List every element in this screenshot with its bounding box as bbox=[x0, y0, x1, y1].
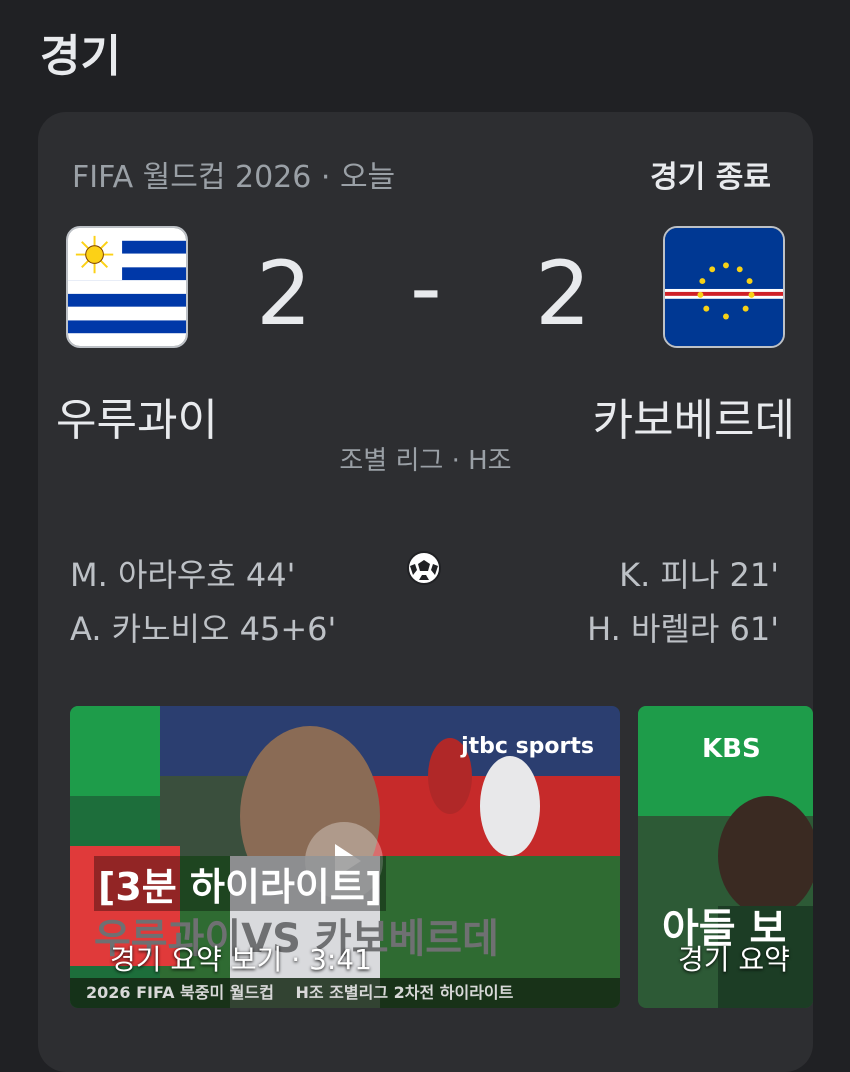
match-card[interactable]: FIFA 월드컵 2026 · 오늘 경기 종료 2 - 2 우루과이 카보베르… bbox=[38, 112, 813, 1072]
section-title: 경기 bbox=[40, 31, 121, 82]
cape-verde-flag-icon[interactable] bbox=[663, 226, 785, 348]
scorer-item: H. 바렐라 61' bbox=[587, 610, 779, 648]
home-scorers: M. 아라우호 44' A. 카노비오 45+6' bbox=[70, 548, 336, 656]
scorer-item: A. 카노비오 45+6' bbox=[70, 610, 337, 648]
summary-video-card[interactable]: KBS 아들 보 경기 요약 bbox=[638, 706, 813, 1008]
video-label: 경기 요약 보기 · 3:41 bbox=[110, 943, 372, 976]
broadcaster-logo: jtbc sports bbox=[461, 734, 594, 759]
scorer-item: M. 아라우호 44' bbox=[70, 556, 296, 594]
thumbnail-footer: 2026 FIFA 북중미 월드컵 H조 조별리그 2차전 하이라이트 bbox=[70, 978, 620, 1008]
home-team-name[interactable]: 우루과이 bbox=[56, 384, 218, 448]
match-status: 경기 종료 bbox=[650, 160, 771, 195]
uruguay-flag-icon[interactable] bbox=[66, 226, 188, 348]
away-team-name[interactable]: 카보베르데 bbox=[593, 384, 795, 448]
home-score: 2 bbox=[256, 242, 312, 345]
thumbnail-headline: [3분 하이라이트] bbox=[94, 856, 387, 911]
highlight-video-card[interactable]: jtbc sports [3분 하이라이트] 우루과이VS 카보베르데 경기 요… bbox=[70, 706, 620, 1008]
score-separator: - bbox=[410, 236, 442, 339]
scorer-item: K. 피나 21' bbox=[619, 556, 779, 594]
away-score: 2 bbox=[535, 242, 591, 345]
video-label: 경기 요약 bbox=[678, 943, 790, 976]
thumbnail-footer-left: 2026 FIFA 북중미 월드컵 bbox=[86, 983, 274, 1002]
stage-label: 조별 리그 · H조 bbox=[339, 446, 512, 476]
thumbnail-footer-right: H조 조별리그 2차전 하이라이트 bbox=[295, 983, 514, 1002]
broadcaster-logo: KBS bbox=[702, 734, 761, 764]
away-scorers: K. 피나 21' H. 바렐라 61' bbox=[587, 548, 779, 656]
competition-label: FIFA 월드컵 2026 · 오늘 bbox=[72, 160, 396, 195]
soccer-ball-icon bbox=[407, 551, 441, 585]
